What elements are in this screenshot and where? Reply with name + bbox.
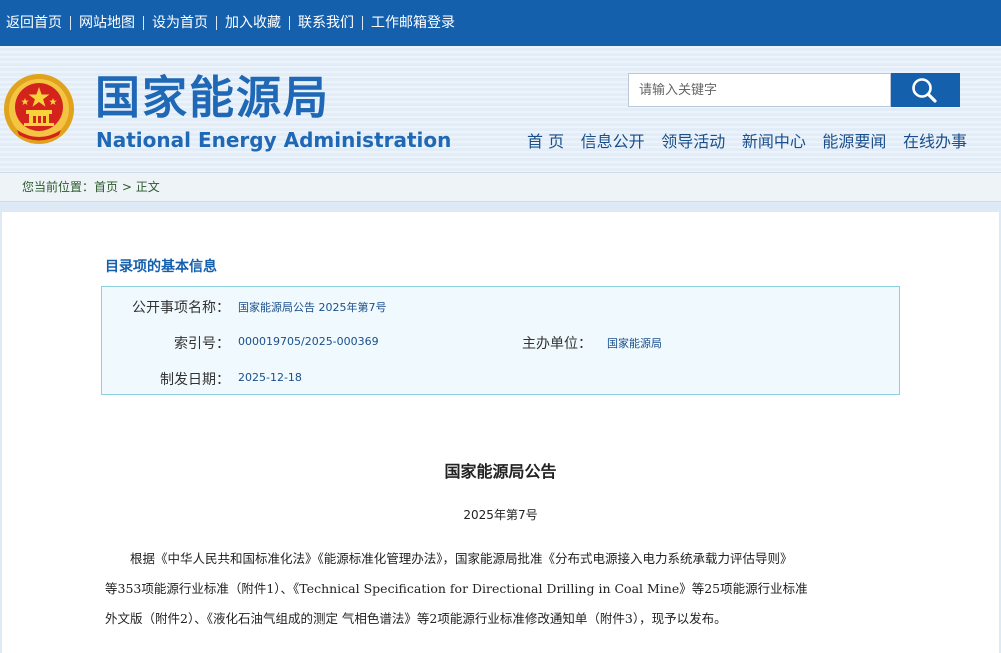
search-button[interactable]: [891, 73, 960, 107]
site-header: 国家能源局 National Energy Administration 首 页…: [0, 46, 1001, 172]
breadcrumb-current[interactable]: 正文: [136, 180, 160, 194]
document-number: 2025年第7号: [463, 508, 538, 522]
document-body: 根据《中华人民共和国标准化法》《能源标准化管理办法》，国家能源局批准《分布式电源…: [105, 544, 900, 634]
nav-item-info-disclosure[interactable]: 信息公开: [581, 128, 645, 152]
site-name-english[interactable]: National Energy Administration: [96, 127, 451, 153]
sitemap-link[interactable]: 网站地图: [71, 16, 143, 30]
breadcrumb-home-link[interactable]: 首页: [94, 180, 118, 194]
document-title: 国家能源局公告: [444, 462, 557, 481]
body-line: 等353项能源行业标准（附件1）、《Technical Specificatio…: [105, 581, 808, 596]
nav-item-online-services[interactable]: 在线办事: [903, 128, 967, 152]
nav-item-home[interactable]: 首 页: [527, 128, 564, 152]
contact-us-link[interactable]: 联系我们: [290, 16, 362, 30]
divider: [216, 16, 217, 30]
info-section-title: 目录项的基本信息: [105, 259, 217, 275]
body-line: 外文版（附件2）、《液化石油气组成的测定 气相色谱法》等2项能源行业标准修改通知…: [105, 611, 727, 626]
nav-item-energy-news[interactable]: 能源要闻: [822, 128, 886, 152]
back-home-link[interactable]: 返回首页: [0, 16, 70, 30]
info-box: 公开事项名称： 国家能源局公告 2025年第7号 索引号： 000019705/…: [101, 286, 900, 395]
main-nav: 首 页 信息公开 领导活动 新闻中心 能源要闻 在线办事: [527, 128, 967, 152]
organizer-value: 国家能源局: [607, 337, 662, 350]
article-content: 目录项的基本信息 公开事项名称： 国家能源局公告 2025年第7号 索引号： 0…: [2, 212, 999, 653]
divider: [70, 16, 71, 30]
divider: [143, 16, 144, 30]
divider: [289, 16, 290, 30]
breadcrumb-separator: >: [121, 180, 132, 194]
top-link-bar: 返回首页 网站地图 设为首页 加入收藏 联系我们 工作邮箱登录: [0, 0, 1001, 46]
set-homepage-link[interactable]: 设为首页: [144, 16, 216, 30]
nav-item-news-center[interactable]: 新闻中心: [742, 128, 806, 152]
national-emblem-icon[interactable]: [3, 72, 75, 146]
index-value: 000019705/2025-000369: [238, 335, 379, 348]
breadcrumb: 您当前位置：首页 > 正文: [22, 173, 160, 201]
breadcrumb-bar: 您当前位置：首页 > 正文: [0, 172, 1001, 202]
body-line: 根据《中华人民共和国标准化法》《能源标准化管理办法》，国家能源局批准《分布式电源…: [105, 551, 793, 566]
index-label: 索引号：: [174, 336, 230, 352]
item-name-value: 国家能源局公告 2025年第7号: [238, 301, 387, 314]
add-favorite-link[interactable]: 加入收藏: [217, 16, 289, 30]
site-name-chinese[interactable]: 国家能源局: [95, 70, 330, 126]
issue-date-label: 制发日期：: [160, 372, 230, 388]
nav-item-leader-activities[interactable]: 领导活动: [661, 128, 725, 152]
search-icon: [912, 78, 937, 103]
item-name-label: 公开事项名称：: [132, 300, 230, 316]
divider: [362, 16, 363, 30]
search-input[interactable]: [628, 73, 891, 107]
breadcrumb-prefix: 您当前位置：: [22, 180, 95, 194]
organizer-label: 主办单位：: [522, 336, 592, 352]
work-email-login-link[interactable]: 工作邮箱登录: [363, 16, 463, 30]
issue-date-value: 2025-12-18: [238, 371, 302, 384]
